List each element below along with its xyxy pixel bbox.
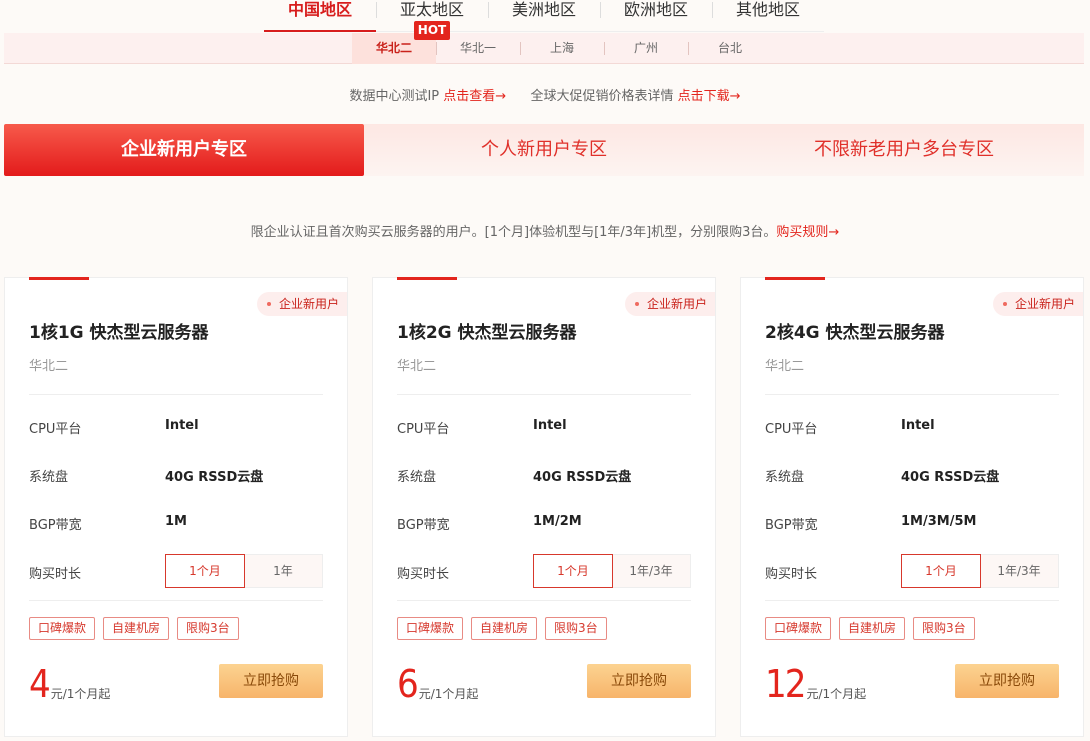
enterprise-new-tag: 企业新用户 <box>256 292 347 316</box>
duration-option-year[interactable]: 1年/3年 <box>980 555 1058 587</box>
city-bar: 华北二 华北一 上海 广州 台北 <box>4 33 1084 64</box>
cpu-label: CPU平台 <box>765 422 818 437</box>
disk-label: 系统盘 <box>765 470 805 485</box>
bandwidth-label: BGP带宽 <box>29 518 82 533</box>
price: 4 元/1个月起 <box>29 662 110 706</box>
duration-option-1-month[interactable]: 1个月 <box>165 554 245 588</box>
price-value: 12 <box>765 662 806 706</box>
chip-own-datacenter: 自建机房 <box>471 617 538 640</box>
disk-value: 40G RSSD云盘 <box>533 470 632 485</box>
bandwidth-label: BGP带宽 <box>765 518 818 533</box>
card-accent-bar <box>765 277 825 280</box>
purchase-notice: 限企业认证且首次购买云服务器的用户。[1个月]体验机型与[1年/3年]机型，分别… <box>0 221 1090 240</box>
chip-popular: 口碑爆款 <box>29 617 96 640</box>
enterprise-new-tag: 企业新用户 <box>624 292 715 316</box>
product-card: 企业新用户 1核2G 快杰型云服务器 华北二 CPU平台 Intel 系统盘 4… <box>372 277 716 737</box>
card-title: 1核1G 快杰型云服务器 <box>29 323 209 343</box>
divider <box>765 600 1059 601</box>
disk-value: 40G RSSD云盘 <box>901 470 1000 485</box>
duration-selector: 1个月 1年 <box>165 554 323 588</box>
city-tab-shanghai[interactable]: 上海 <box>520 33 604 64</box>
price: 6 元/1个月起 <box>397 662 478 706</box>
disk-label: 系统盘 <box>29 470 69 485</box>
divider <box>397 394 691 395</box>
price-value: 4 <box>29 662 51 706</box>
buy-now-button[interactable]: 立即抢购 <box>219 664 323 698</box>
disk-value: 40G RSSD云盘 <box>165 470 264 485</box>
price-unit: 元/1个月起 <box>50 687 111 701</box>
tab-other[interactable]: 其他地区 <box>712 0 824 31</box>
duration-option-1-month[interactable]: 1个月 <box>901 554 981 588</box>
bandwidth-value: 1M <box>165 514 187 529</box>
info-line: 数据中心测试IP 点击查看→ 全球大促促销价格表详情 点击下载→ <box>0 85 1090 104</box>
card-region: 华北二 <box>29 359 69 374</box>
price-unit: 元/1个月起 <box>418 687 479 701</box>
enterprise-new-tag: 企业新用户 <box>992 292 1083 316</box>
duration-label: 购买时长 <box>29 567 82 582</box>
cpu-value: Intel <box>901 418 935 433</box>
card-title: 2核4G 快杰型云服务器 <box>765 323 945 343</box>
cpu-label: CPU平台 <box>29 422 82 437</box>
hot-badge: HOT <box>414 21 450 40</box>
tab-americas[interactable]: 美洲地区 <box>488 0 600 31</box>
buy-now-button[interactable]: 立即抢购 <box>587 664 691 698</box>
card-accent-bar <box>29 277 89 280</box>
divider <box>29 394 323 395</box>
card-region: 华北二 <box>397 359 437 374</box>
zone-tabs: 企业新用户专区 个人新用户专区 不限新老用户多台专区 <box>4 124 1084 176</box>
price-value: 6 <box>397 662 419 706</box>
cpu-value: Intel <box>165 418 199 433</box>
duration-option-year[interactable]: 1年/3年 <box>612 555 690 587</box>
notice-text: 限企业认证且首次购买云服务器的用户。[1个月]体验机型与[1年/3年]机型，分别… <box>250 225 777 240</box>
test-ip-link[interactable]: 点击查看→ <box>443 89 506 104</box>
city-tab-taipei[interactable]: 台北 <box>688 33 772 64</box>
card-title: 1核2G 快杰型云服务器 <box>397 323 577 343</box>
price-unit: 元/1个月起 <box>806 687 867 701</box>
divider <box>397 600 691 601</box>
duration-label: 购买时长 <box>765 567 818 582</box>
buy-now-button[interactable]: 立即抢购 <box>955 664 1059 698</box>
bandwidth-label: BGP带宽 <box>397 518 450 533</box>
cpu-label: CPU平台 <box>397 422 450 437</box>
chip-own-datacenter: 自建机房 <box>103 617 170 640</box>
chip-limit: 限购3台 <box>545 617 607 640</box>
tab-personal-new[interactable]: 个人新用户专区 <box>364 124 724 176</box>
tab-enterprise-new[interactable]: 企业新用户专区 <box>4 124 364 176</box>
chip-limit: 限购3台 <box>177 617 239 640</box>
duration-option-year[interactable]: 1年 <box>244 555 322 587</box>
product-card: 企业新用户 2核4G 快杰型云服务器 华北二 CPU平台 Intel 系统盘 4… <box>740 277 1084 737</box>
feature-chips: 口碑爆款 自建机房 限购3台 <box>29 617 247 640</box>
chip-popular: 口碑爆款 <box>397 617 464 640</box>
duration-label: 购买时长 <box>397 567 450 582</box>
bandwidth-value: 1M/3M/5M <box>901 514 977 529</box>
chip-own-datacenter: 自建机房 <box>839 617 906 640</box>
test-ip-text: 数据中心测试IP <box>349 89 440 104</box>
cpu-value: Intel <box>533 418 567 433</box>
price: 12 元/1个月起 <box>765 662 866 706</box>
purchase-rules-link[interactable]: 购买规则→ <box>776 225 839 240</box>
feature-chips: 口碑爆款 自建机房 限购3台 <box>765 617 983 640</box>
duration-option-1-month[interactable]: 1个月 <box>533 554 613 588</box>
duration-selector: 1个月 1年/3年 <box>901 554 1059 588</box>
duration-selector: 1个月 1年/3年 <box>533 554 691 588</box>
tab-china[interactable]: 中国地区 <box>264 0 376 32</box>
chip-popular: 口碑爆款 <box>765 617 832 640</box>
chip-limit: 限购3台 <box>913 617 975 640</box>
price-table-link[interactable]: 点击下载→ <box>678 89 741 104</box>
product-card: 企业新用户 1核1G 快杰型云服务器 华北二 CPU平台 Intel 系统盘 4… <box>4 277 348 737</box>
card-accent-bar <box>397 277 457 280</box>
tab-unlimited-multi[interactable]: 不限新老用户多台专区 <box>724 124 1084 176</box>
card-region: 华北二 <box>765 359 805 374</box>
city-tab-guangzhou[interactable]: 广州 <box>604 33 688 64</box>
divider <box>765 394 1059 395</box>
region-tabs: 中国地区 亚太地区 美洲地区 欧洲地区 其他地区 <box>264 0 824 32</box>
divider <box>29 600 323 601</box>
bandwidth-value: 1M/2M <box>533 514 582 529</box>
tab-europe[interactable]: 欧洲地区 <box>600 0 712 31</box>
feature-chips: 口碑爆款 自建机房 限购3台 <box>397 617 615 640</box>
price-table-text: 全球大促促销价格表详情 <box>530 89 674 104</box>
disk-label: 系统盘 <box>397 470 437 485</box>
